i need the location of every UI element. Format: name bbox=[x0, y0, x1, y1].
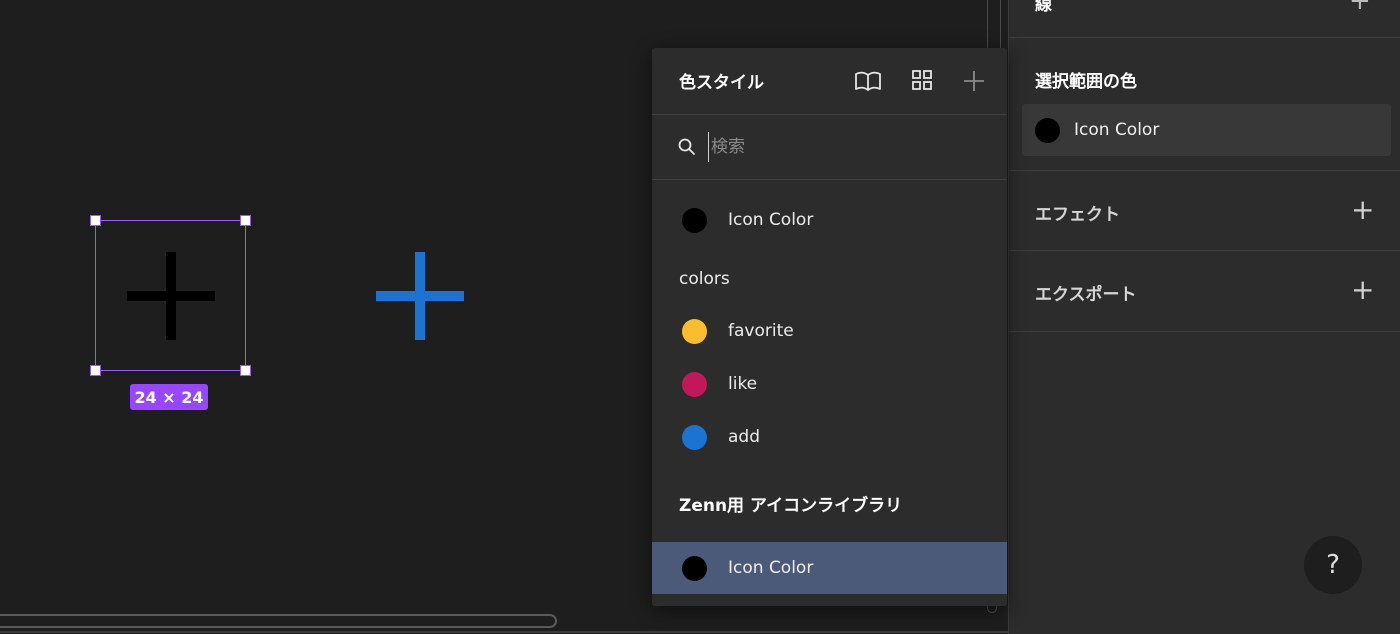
selection-colors-heading: 選択範囲の色 bbox=[1035, 72, 1137, 92]
popover-divider bbox=[652, 179, 1007, 180]
resize-handle-top-left[interactable] bbox=[90, 215, 101, 226]
export-section-label: エクスポート bbox=[1035, 285, 1137, 305]
properties-panel: 線 + 選択範囲の色 Icon Color エフェクト + エクスポート + ? bbox=[1008, 0, 1400, 634]
color-swatch bbox=[682, 371, 707, 397]
library-icon[interactable] bbox=[853, 68, 883, 94]
color-style-item[interactable]: add bbox=[652, 411, 1007, 463]
add-effect-icon[interactable]: + bbox=[1351, 196, 1374, 224]
color-swatch bbox=[1035, 117, 1060, 143]
resize-handle-bottom-right[interactable] bbox=[240, 365, 251, 376]
add-export-icon[interactable]: + bbox=[1351, 276, 1374, 304]
style-group-label: colors bbox=[679, 269, 730, 289]
color-swatch bbox=[682, 207, 707, 233]
popover-title: 色スタイル bbox=[679, 73, 764, 93]
add-style-icon[interactable] bbox=[959, 68, 989, 94]
canvas-frame-edge bbox=[987, 0, 1001, 48]
horizontal-scrollbar[interactable] bbox=[0, 614, 557, 628]
popover-header: 色スタイル bbox=[652, 48, 1007, 114]
resize-handle-top-right[interactable] bbox=[240, 215, 251, 226]
color-style-name: favorite bbox=[728, 321, 794, 341]
color-style-item[interactable]: like bbox=[652, 358, 1007, 410]
stroke-section-label: 線 bbox=[1035, 0, 1052, 15]
color-style-name: Icon Color bbox=[728, 558, 814, 578]
color-style-name: Icon Color bbox=[728, 210, 814, 230]
search-icon bbox=[678, 138, 695, 155]
selection-color-item[interactable]: Icon Color bbox=[1022, 104, 1391, 156]
size-badge: 24 × 24 bbox=[130, 384, 208, 410]
color-style-item[interactable]: Icon Color bbox=[652, 194, 1007, 246]
canvas-bottom-divider bbox=[0, 631, 1008, 633]
selection-frame[interactable] bbox=[95, 220, 246, 371]
selection-color-name: Icon Color bbox=[1074, 120, 1160, 140]
color-style-item[interactable]: favorite bbox=[652, 305, 1007, 357]
plus-icon-blue-horizontal[interactable] bbox=[376, 291, 464, 301]
library-group-label: Zenn用 アイコンライブラリ bbox=[679, 496, 903, 516]
color-swatch bbox=[682, 424, 707, 450]
help-button[interactable]: ? bbox=[1304, 536, 1362, 594]
color-style-item-selected[interactable]: Icon Color bbox=[652, 542, 1007, 594]
color-styles-popover: 色スタイル Icon Color colors favorite bbox=[652, 48, 1007, 606]
grid-view-icon[interactable] bbox=[908, 68, 938, 94]
effects-section-label: エフェクト bbox=[1035, 205, 1120, 225]
search-row bbox=[652, 115, 1007, 179]
resize-handle-bottom-left[interactable] bbox=[90, 365, 101, 376]
color-style-name: like bbox=[728, 374, 758, 394]
section-divider bbox=[1009, 170, 1400, 171]
section-divider bbox=[1009, 331, 1400, 332]
section-divider bbox=[1009, 250, 1400, 251]
color-swatch bbox=[682, 555, 707, 581]
add-stroke-icon[interactable]: + bbox=[1349, 0, 1371, 16]
color-style-name: add bbox=[728, 427, 760, 447]
search-input[interactable] bbox=[708, 132, 978, 162]
color-swatch bbox=[682, 318, 707, 344]
section-divider bbox=[1009, 37, 1400, 38]
